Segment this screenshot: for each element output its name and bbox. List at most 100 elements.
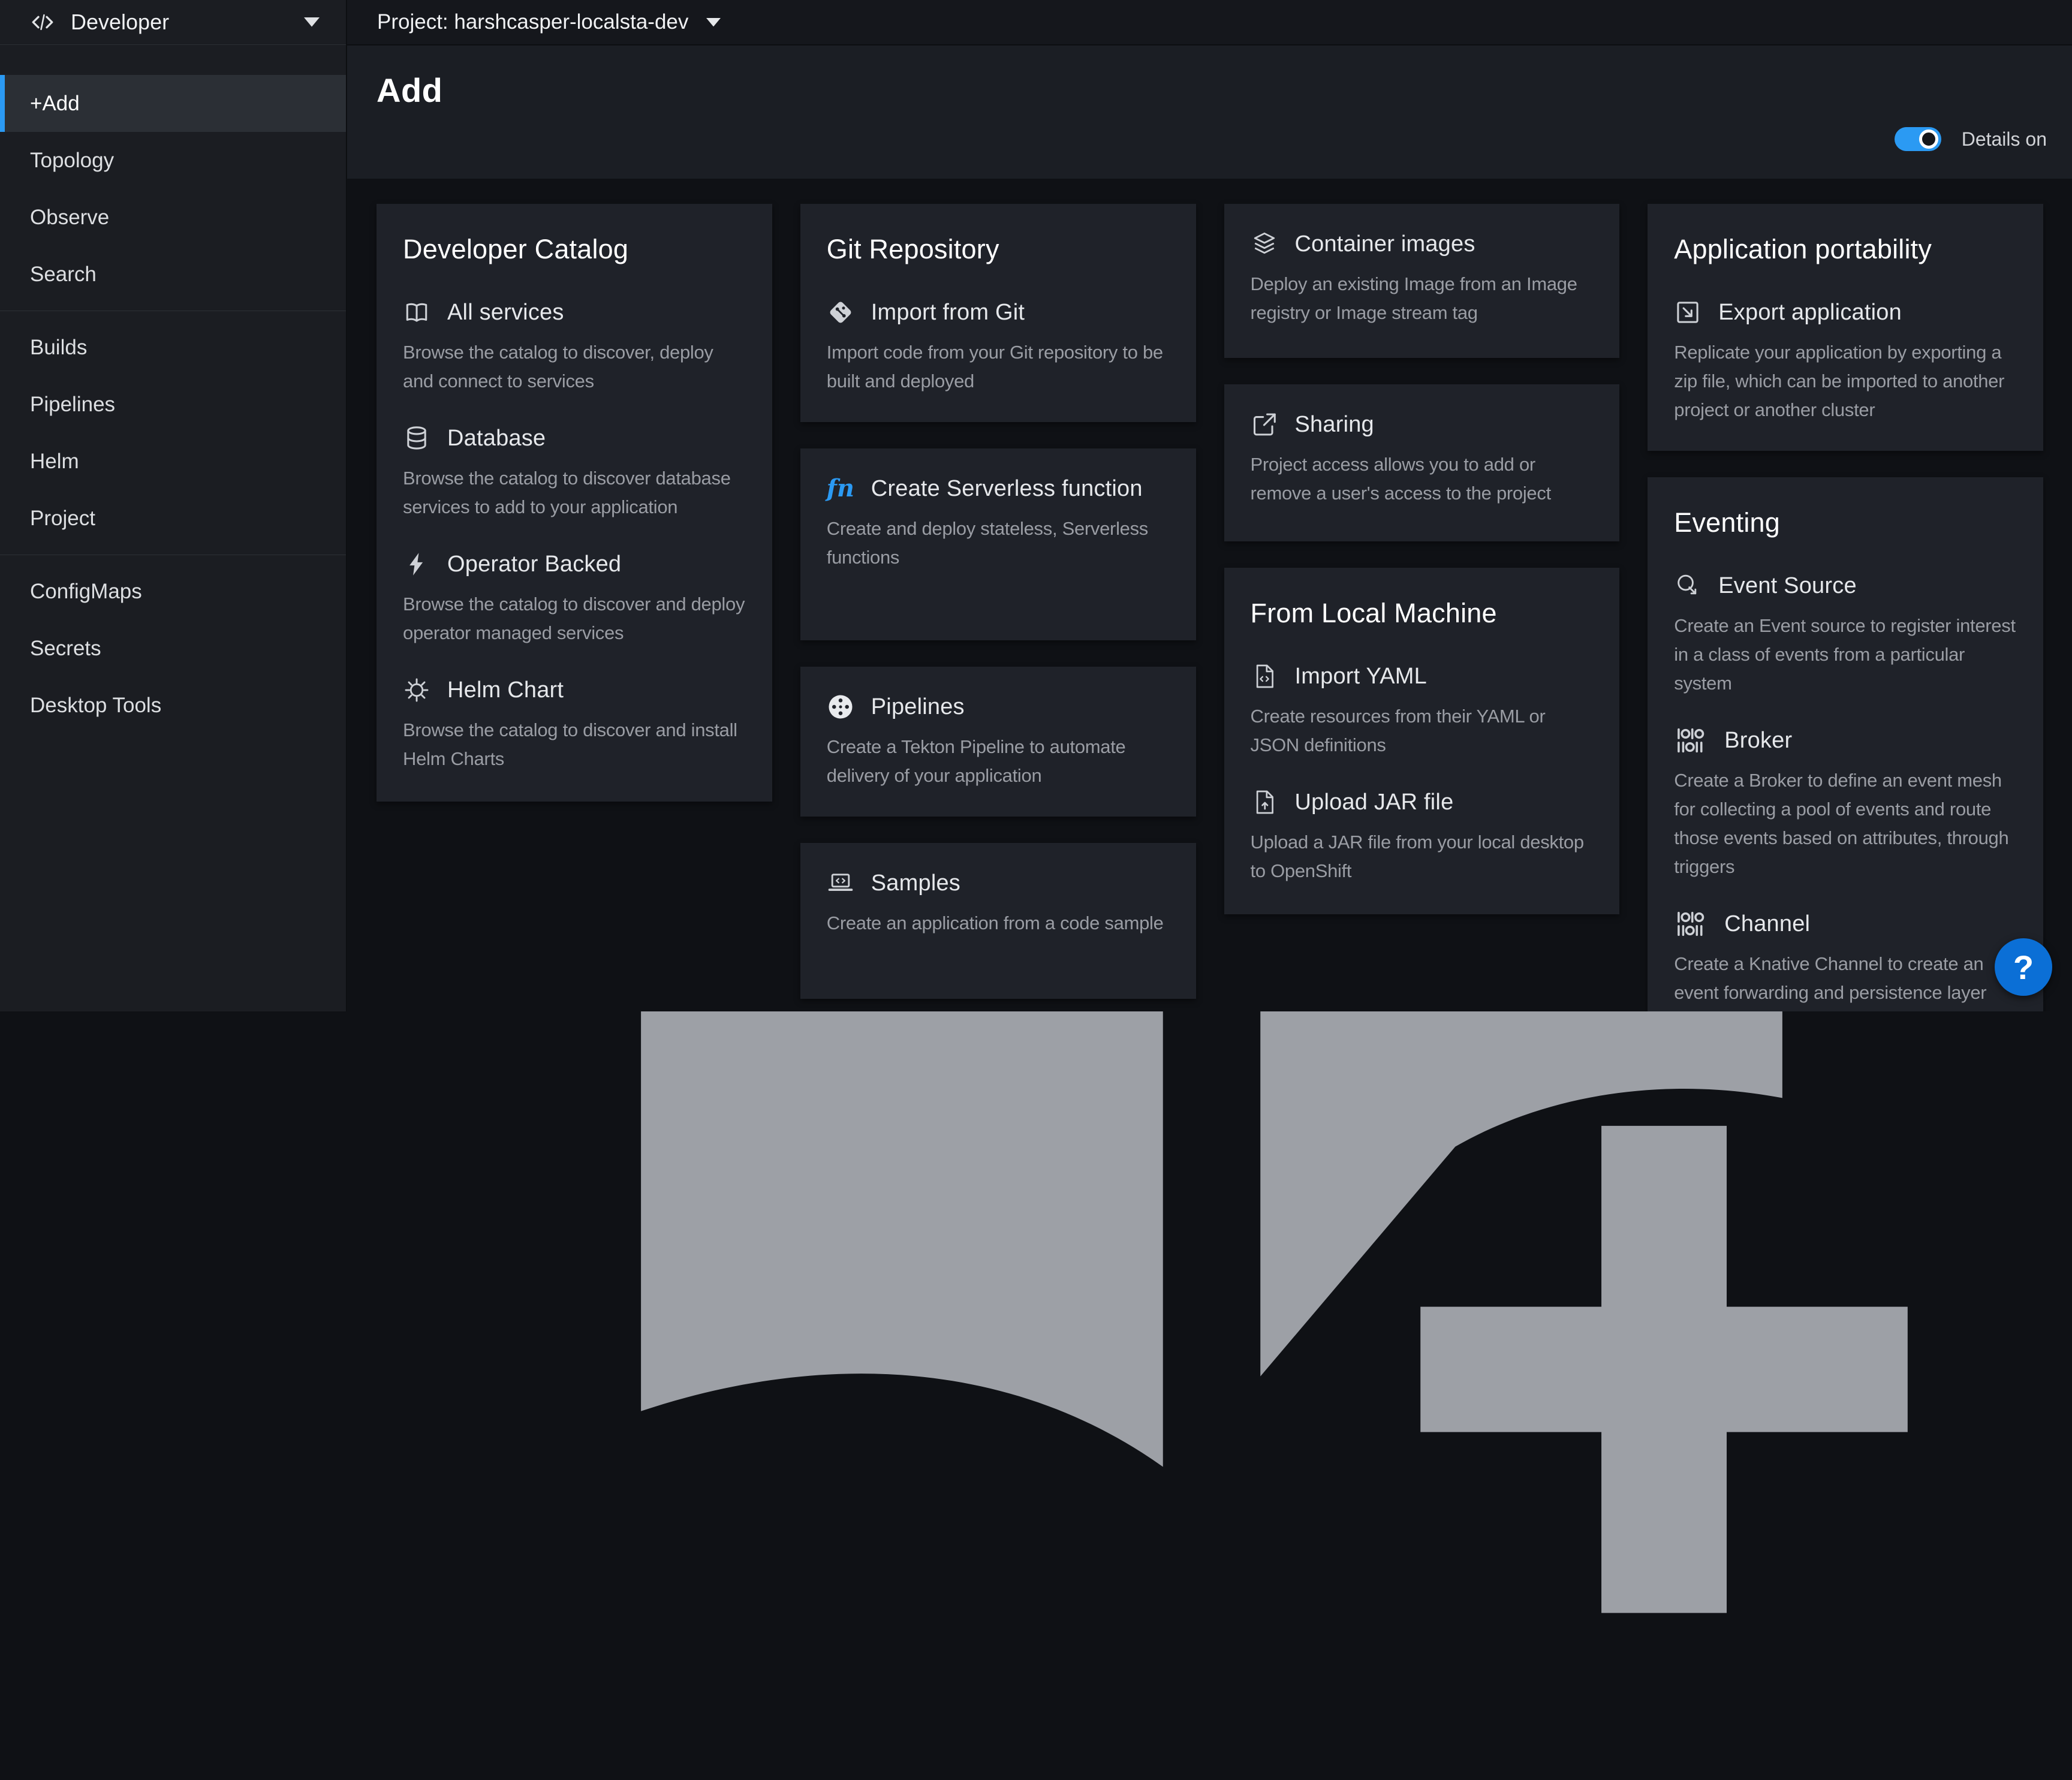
item-label: Upload JAR file: [1295, 790, 1454, 815]
sidebar-item-helm[interactable]: Helm: [0, 433, 346, 490]
export-icon: [1674, 299, 1701, 326]
file-upload-icon: [1251, 788, 1278, 816]
item-description: Replicate your application by exporting …: [1674, 338, 2017, 424]
masthead: Project: harshcasper-localsta-dev: [347, 0, 2072, 45]
project-label: Project: harshcasper-localsta-dev: [377, 10, 688, 34]
item-description: Create resources from their YAML or JSON…: [1251, 702, 1594, 760]
details-toggle-label: Details on: [1962, 128, 2047, 150]
item-label: Event Source: [1718, 573, 1857, 599]
card-git-repository: Git Repository Import from Git Import code…: [800, 204, 1196, 422]
add-item-broker[interactable]: Broker Create a Broker to define an event…: [1674, 727, 2017, 881]
item-description: Browse the catalog to discover and deplo…: [403, 590, 746, 647]
chevron-down-icon: [304, 17, 320, 27]
add-item-helm-chart[interactable]: Helm ChartBrowse the catalog to discover…: [403, 676, 746, 773]
perspective-switcher[interactable]: Developer: [0, 0, 346, 45]
item-label: Helm Chart: [447, 677, 564, 703]
sidebar-item-configmaps[interactable]: ConfigMaps: [0, 563, 346, 620]
sidebar-nav: +AddTopologyObserveSearch BuildsPipelines…: [0, 45, 346, 734]
add-item-export-application[interactable]: Export application Replicate your applica…: [1674, 299, 2017, 424]
add-item-sharing[interactable]: Sharing Project access allows you to add …: [1251, 411, 1594, 508]
add-item-create-serverless-function[interactable]: fn Create Serverless function Create and d…: [827, 475, 1170, 572]
sidebar-item-topology[interactable]: Topology: [0, 132, 346, 189]
add-item-upload-jar-file[interactable]: Upload JAR file Upload a JAR file from yo…: [1251, 788, 1594, 886]
layers-icon: [1251, 230, 1278, 258]
card-sharing: Sharing Project access allows you to add …: [1224, 384, 1620, 541]
card-title: Git Repository: [827, 234, 1170, 265]
item-head: Database: [403, 424, 746, 452]
item-description: Create a Broker to define an event mesh …: [1674, 766, 2017, 881]
add-item-channel[interactable]: Channel Create a Knative Channel to creat…: [1674, 910, 2017, 1011]
item-label: Create Serverless function: [871, 476, 1143, 502]
serverless-fn-icon: fn: [827, 475, 854, 502]
item-description: Create and deploy stateless, Serverless …: [827, 514, 1170, 572]
item-label: Sharing: [1295, 412, 1374, 438]
broker-icon: [1674, 727, 1707, 754]
item-head: Export application: [1674, 299, 2017, 326]
item-label: All services: [447, 300, 564, 326]
item-head: Broker: [1674, 727, 2017, 754]
add-item-import-from-git[interactable]: Import from Git Import code from your Git…: [827, 299, 1170, 396]
item-head: Sharing: [1251, 411, 1594, 438]
item-head: Channel: [1674, 910, 2017, 938]
card-title: Eventing: [1674, 507, 2017, 538]
chevron-down-icon: [706, 18, 721, 26]
sidebar-item-add[interactable]: +Add: [0, 75, 346, 132]
item-head: Samples: [827, 869, 1170, 897]
sidebar-item-search[interactable]: Search: [0, 246, 346, 303]
add-item-database[interactable]: Database Browse the catalog to discover d…: [403, 424, 746, 522]
item-label: Container images: [1295, 231, 1475, 257]
card-title: From Local Machine: [1251, 598, 1594, 629]
item-head: All services: [403, 299, 746, 326]
sidebar-item-observe[interactable]: Observe: [0, 189, 346, 246]
channel-icon: [1674, 910, 1707, 938]
details-toggle[interactable]: [1895, 127, 1941, 151]
card-column: Application portability Export applicatio…: [1648, 204, 2043, 1011]
item-head: Import from Git: [827, 299, 1170, 326]
item-head: Import YAML: [1251, 662, 1594, 690]
add-item-import-yaml[interactable]: Import YAML Create resources from their Y…: [1251, 662, 1594, 760]
item-description: Project access allows you to add or remo…: [1251, 450, 1594, 508]
item-label: Export application: [1718, 300, 1902, 326]
add-item-pipelines[interactable]: PipelinesCreate a Tekton Pipeline to aut…: [827, 693, 1170, 790]
database-icon: [403, 424, 430, 452]
samples-icon: [827, 869, 854, 897]
item-description: Create a Knative Channel to create an ev…: [1674, 950, 2017, 1011]
add-item-event-source[interactable]: Event Source Create an Event source to re…: [1674, 572, 2017, 698]
item-label: Import YAML: [1295, 664, 1427, 689]
item-head: Upload JAR file: [1251, 788, 1594, 816]
project-switcher[interactable]: Project: harshcasper-localsta-dev: [377, 10, 721, 34]
event-source-icon: [1674, 572, 1701, 600]
item-description: Upload a JAR file from your local deskto…: [1251, 828, 1594, 886]
item-description: Create an Event source to register inter…: [1674, 612, 2017, 698]
page-title: Add: [377, 71, 2047, 110]
item-label: Broker: [1724, 728, 1792, 754]
card-column: Git Repository Import from Git Import code…: [800, 204, 1196, 999]
add-item-operator-backed[interactable]: Operator BackedBrowse the catalog to dis…: [403, 550, 746, 647]
card-title: Developer Catalog: [403, 234, 746, 265]
code-icon: [30, 10, 55, 35]
sidebar-item-desktop-tools[interactable]: Desktop Tools: [0, 677, 346, 734]
helm-icon: [403, 676, 430, 704]
card-title: Application portability: [1674, 234, 2017, 265]
item-description: Browse the catalog to discover database …: [403, 464, 746, 522]
add-item-container-images[interactable]: Container images Deploy an existing Image…: [1251, 230, 1594, 327]
item-head: Helm Chart: [403, 676, 746, 704]
item-description: Import code from your Git repository to …: [827, 338, 1170, 396]
sidebar-item-project[interactable]: Project: [0, 490, 346, 547]
help-button[interactable]: ?: [1995, 938, 2052, 996]
card-column: Container images Deploy an existing Image…: [1224, 204, 1620, 914]
question-mark-icon: ?: [2013, 948, 2034, 987]
toggle-knob: [1919, 129, 1938, 149]
card-developer-catalog: Developer Catalog All services Browse the …: [377, 204, 772, 802]
perspective-label: Developer: [71, 10, 169, 35]
add-item-samples[interactable]: SamplesCreate an application from a code…: [827, 869, 1170, 938]
git-icon: [827, 299, 854, 326]
sidebar-item-secrets[interactable]: Secrets: [0, 620, 346, 677]
item-description: Browse the catalog to discover, deploy a…: [403, 338, 746, 396]
item-description: Deploy an existing Image from an Image r…: [1251, 270, 1594, 327]
details-toggle-row: Details on: [1895, 127, 2047, 151]
add-item-all-services[interactable]: All services Browse the catalog to discov…: [403, 299, 746, 396]
item-head: Event Source: [1674, 572, 2017, 600]
sidebar-item-pipelines[interactable]: Pipelines: [0, 376, 346, 433]
sidebar-item-builds[interactable]: Builds: [0, 319, 346, 376]
